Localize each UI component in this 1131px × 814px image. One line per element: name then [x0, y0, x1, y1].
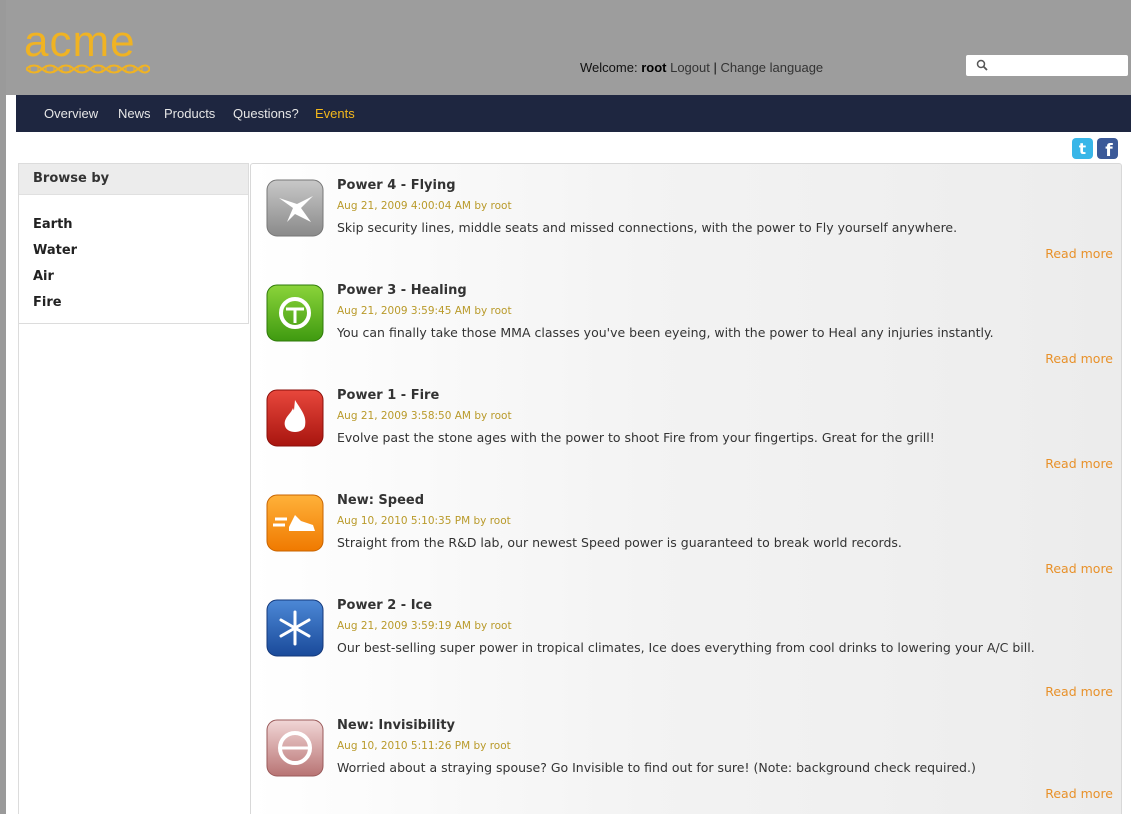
event-description: You can finally take those MMA classes y…: [337, 325, 994, 340]
event-title[interactable]: New: Invisibility: [337, 718, 455, 733]
svg-text:t: t: [1079, 140, 1086, 158]
logo-text: acme: [24, 17, 136, 66]
healing-icon[interactable]: [265, 283, 325, 345]
event-title[interactable]: New: Speed: [337, 493, 424, 508]
nav-news[interactable]: News: [118, 106, 151, 121]
events-list: Power 4 - Flying Aug 21, 2009 4:00:04 AM…: [250, 163, 1122, 814]
event-meta: Aug 21, 2009 3:59:45 AM by root: [337, 305, 512, 317]
read-more-link[interactable]: Read more: [1045, 561, 1113, 576]
sidebar-heading: Browse by: [19, 164, 248, 195]
read-more-link[interactable]: Read more: [1045, 246, 1113, 261]
svg-text:f: f: [1105, 141, 1113, 159]
sidebar-item-air[interactable]: Air: [33, 269, 54, 284]
event-description: Straight from the R&D lab, our newest Sp…: [337, 535, 902, 550]
event-title[interactable]: Power 3 - Healing: [337, 283, 467, 298]
event-description: Our best-selling super power in tropical…: [337, 640, 1035, 655]
logout-link[interactable]: Logout: [670, 60, 710, 75]
nav-questions[interactable]: Questions?: [233, 106, 299, 121]
divider: [18, 322, 19, 814]
main-nav: Overview News Products Questions? Events: [16, 95, 1131, 132]
read-more-link[interactable]: Read more: [1045, 786, 1113, 801]
username: root: [641, 60, 667, 75]
read-more-link[interactable]: Read more: [1045, 456, 1113, 471]
dna-icon: [26, 64, 150, 74]
browse-sidebar: Browse by Earth Water Air Fire: [18, 163, 249, 324]
welcome-label: Welcome:: [580, 60, 638, 75]
nav-products[interactable]: Products: [164, 106, 215, 121]
facebook-icon[interactable]: f: [1097, 138, 1118, 161]
flame-icon[interactable]: [265, 388, 325, 450]
sidebar-item-earth[interactable]: Earth: [33, 217, 73, 232]
invisibility-icon[interactable]: [265, 718, 325, 780]
snowflake-icon[interactable]: [265, 598, 325, 660]
event-title[interactable]: Power 1 - Fire: [337, 388, 439, 403]
speed-shoe-icon[interactable]: [265, 493, 325, 555]
event-description: Evolve past the stone ages with the powe…: [337, 430, 935, 445]
nav-overview[interactable]: Overview: [44, 106, 98, 121]
change-language-link[interactable]: Change language: [721, 60, 824, 75]
sidebar-item-fire[interactable]: Fire: [33, 295, 62, 310]
event-description: Skip security lines, middle seats and mi…: [337, 220, 958, 235]
read-more-link[interactable]: Read more: [1045, 351, 1113, 366]
event-meta: Aug 21, 2009 3:58:50 AM by root: [337, 410, 512, 422]
event-description: Worried about a straying spouse? Go Invi…: [337, 760, 976, 775]
search-input[interactable]: [994, 57, 1126, 75]
search-icon[interactable]: [976, 59, 988, 71]
twitter-icon[interactable]: t: [1072, 138, 1093, 159]
welcome-bar: Welcome: root Logout | Change language: [580, 60, 823, 75]
sidebar-item-water[interactable]: Water: [33, 243, 77, 258]
event-meta: Aug 10, 2010 5:11:26 PM by root: [337, 740, 511, 752]
event-title[interactable]: Power 2 - Ice: [337, 598, 432, 613]
nav-events[interactable]: Events: [315, 106, 355, 121]
event-meta: Aug 21, 2009 4:00:04 AM by root: [337, 200, 512, 212]
header: acme Welcome: root Logout | Change langu…: [6, 0, 1131, 95]
search-box: [966, 55, 1128, 76]
event-title[interactable]: Power 4 - Flying: [337, 178, 456, 193]
read-more-link[interactable]: Read more: [1045, 684, 1113, 699]
page: acme Welcome: root Logout | Change langu…: [6, 0, 1131, 814]
event-meta: Aug 10, 2010 5:10:35 PM by root: [337, 515, 511, 527]
bird-icon[interactable]: [265, 178, 325, 240]
separator: |: [713, 60, 717, 75]
acme-logo[interactable]: acme: [24, 18, 150, 78]
event-meta: Aug 21, 2009 3:59:19 AM by root: [337, 620, 512, 632]
